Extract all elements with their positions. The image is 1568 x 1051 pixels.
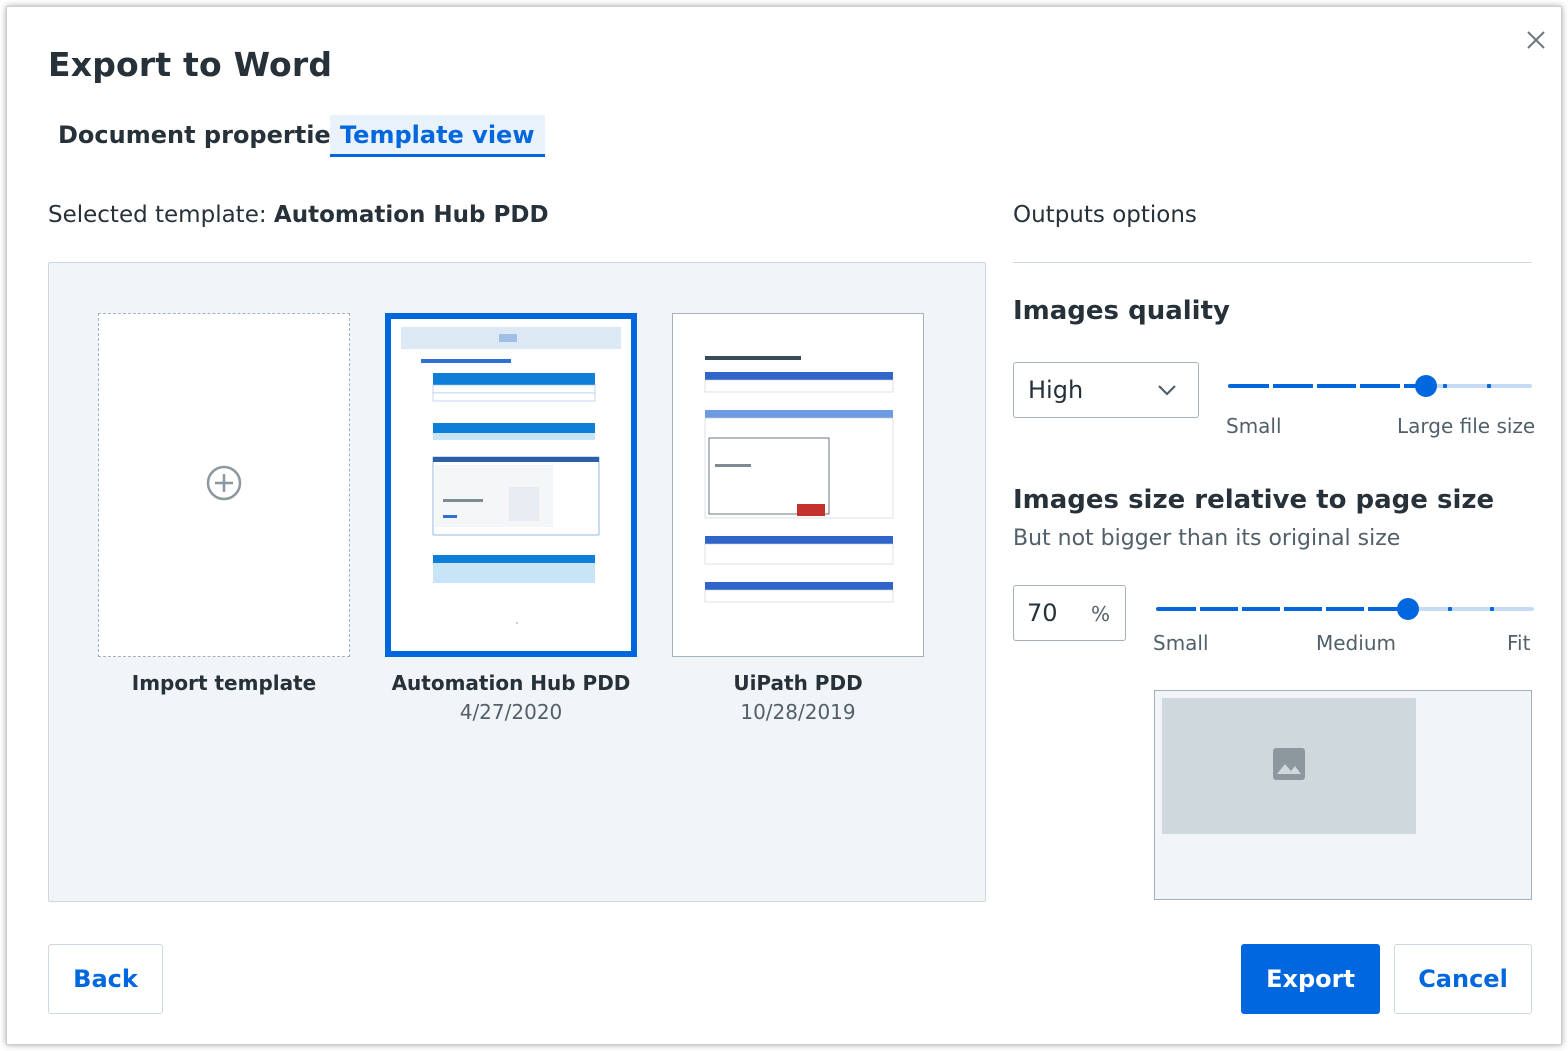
selected-template-name: Automation Hub PDD [273,202,549,228]
selected-template-line: Selected template: Automation Hub PDD [48,202,549,228]
slider-step-mark [1364,606,1368,612]
slider-thumb[interactable] [1397,598,1419,620]
images-size-subtitle: But not bigger than its original size [1013,526,1401,551]
quality-max-label: Large file size [1397,414,1536,438]
slider-step-mark [1322,606,1326,612]
export-dialog: Export to Word Document properties Templ… [6,6,1562,1045]
images-size-title: Images size relative to page size [1013,485,1495,515]
image-size-preview [1154,690,1532,900]
uipath-pdd-thumbnail [704,356,894,603]
slider-step-mark [1490,607,1494,611]
images-size-value: 70 [1027,599,1058,627]
uipath-pdd-date: 10/28/2019 [740,700,856,724]
selected-template-prefix: Selected template: [48,202,274,228]
size-label-small: Small [1153,631,1209,655]
percent-unit: % [1090,602,1110,626]
outputs-options-title: Outputs options [1013,202,1197,228]
images-quality-slider[interactable] [1228,374,1532,398]
close-icon[interactable] [1522,26,1550,54]
outputs-divider [1013,262,1532,263]
tab-document-properties[interactable]: Document properties [48,115,355,157]
template-gallery: Import template Automation Hub PDD 4/27/… [48,262,986,902]
dialog-title: Export to Word [48,45,333,84]
images-quality-title: Images quality [1013,296,1230,326]
automation-hub-pdd-thumbnail [401,327,621,624]
automation-hub-pdd-card[interactable] [385,313,637,657]
slider-step-mark [1443,384,1447,388]
slider-step-mark [1269,383,1273,389]
plus-circle-icon [205,464,243,506]
import-template-card[interactable] [98,313,350,657]
slider-fill [1228,384,1426,388]
slider-step-mark [1196,606,1200,612]
slider-thumb[interactable] [1415,375,1437,397]
chevron-down-icon [1156,379,1178,407]
quality-min-label: Small [1226,414,1282,438]
slider-step-mark [1448,607,1452,611]
automation-hub-pdd-label: Automation Hub PDD [391,671,631,695]
uipath-pdd-label: UiPath PDD [733,671,863,695]
slider-step-mark [1400,383,1404,389]
images-quality-select[interactable]: High [1013,362,1199,418]
slider-step-mark [1356,383,1360,389]
images-size-slider[interactable] [1156,597,1534,621]
tab-template-view[interactable]: Template view [330,115,545,157]
cancel-button[interactable]: Cancel [1394,944,1532,1014]
automation-hub-pdd-date: 4/27/2020 [459,700,563,724]
uipath-pdd-card[interactable] [672,313,924,657]
slider-step-mark [1238,606,1242,612]
slider-step-mark [1487,384,1491,388]
import-template-label: Import template [131,671,317,695]
size-label-medium: Medium [1316,631,1396,655]
images-size-input[interactable]: 70 % [1013,585,1126,641]
preview-image-placeholder [1162,698,1416,834]
slider-step-mark [1313,383,1317,389]
image-icon [1272,747,1306,785]
size-label-fit: Fit [1507,631,1531,655]
images-quality-value: High [1028,376,1084,404]
back-button[interactable]: Back [48,944,163,1014]
slider-step-mark [1280,606,1284,612]
export-button[interactable]: Export [1241,944,1380,1014]
